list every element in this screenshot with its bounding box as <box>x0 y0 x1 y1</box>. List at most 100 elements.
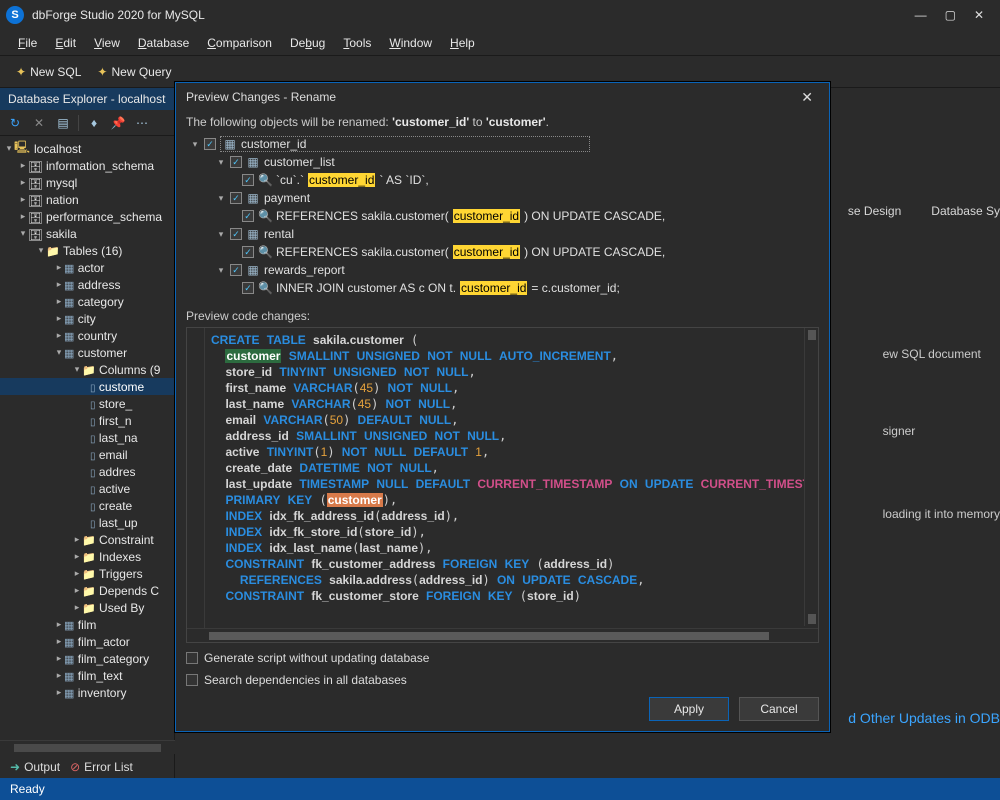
menu-edit[interactable]: Edit <box>47 33 84 53</box>
menu-comparison[interactable]: Comparison <box>199 33 280 53</box>
menu-debug[interactable]: Debug <box>282 33 333 53</box>
code-preview[interactable]: CREATE TABLE sakila.customer ( customer … <box>186 327 819 643</box>
minimize-button[interactable]: — <box>915 8 927 22</box>
checkbox-icon[interactable]: ✓ <box>242 174 254 186</box>
db-node[interactable]: information_schema <box>46 159 154 173</box>
column-node[interactable]: store_ <box>99 397 132 411</box>
apply-button[interactable]: Apply <box>649 697 729 721</box>
close-window-button[interactable]: ✕ <box>974 8 984 22</box>
database-explorer-panel: ↻ ✕ ▤ ♦ 📌 ⋯ ▾🖳localhost ▸🗄information_sc… <box>0 110 175 800</box>
object-node[interactable]: customer_list <box>264 155 335 169</box>
database-icon: 🗄 <box>28 211 42 223</box>
object-node[interactable]: payment <box>264 191 310 205</box>
folder-icon <box>82 601 96 615</box>
pin-icon[interactable]: 📌 <box>109 114 127 132</box>
error-list-tab[interactable]: ⊘Error List <box>70 760 133 774</box>
database-icon: 🗄 <box>28 228 42 240</box>
maximize-button[interactable]: ▢ <box>945 8 956 22</box>
table-customer-node[interactable]: customer <box>78 346 127 360</box>
column-icon <box>90 465 96 479</box>
column-node[interactable]: active <box>99 482 130 496</box>
db-node[interactable]: performance_schema <box>46 210 162 224</box>
column-node-selected[interactable]: custome <box>99 380 144 394</box>
scrollbar-thumb[interactable] <box>209 632 769 640</box>
new-sql-button[interactable]: ✦ New SQL <box>10 63 87 81</box>
object-node[interactable]: rewards_report <box>264 263 345 277</box>
database-tree[interactable]: ▾🖳localhost ▸🗄information_schema ▸🗄mysql… <box>0 136 174 800</box>
checkbox-icon[interactable]: ✓ <box>242 246 254 258</box>
root-object[interactable]: customer_id <box>241 137 306 151</box>
column-node[interactable]: create <box>99 499 132 513</box>
table-node[interactable]: category <box>78 295 124 309</box>
db-sakila-node[interactable]: sakila <box>46 227 77 241</box>
table-node[interactable]: film_actor <box>78 635 130 649</box>
column-node[interactable]: last_na <box>99 431 138 445</box>
search-dependencies-checkbox[interactable]: Search dependencies in all databases <box>186 673 819 687</box>
menu-database[interactable]: Database <box>130 33 197 53</box>
collapse-icon[interactable]: ▾ <box>216 193 226 204</box>
checkbox-icon[interactable]: ✓ <box>230 156 242 168</box>
checkbox-icon[interactable]: ✓ <box>230 228 242 240</box>
column-node[interactable]: last_up <box>99 516 138 530</box>
horizontal-scrollbar[interactable] <box>187 628 818 642</box>
table-node[interactable]: inventory <box>78 686 127 700</box>
checkbox-icon[interactable]: ✓ <box>204 138 216 150</box>
news-link[interactable]: d Other Updates in ODB <box>848 710 1000 726</box>
more-icon[interactable]: ⋯ <box>133 114 151 132</box>
refresh-icon[interactable]: ↻ <box>6 114 24 132</box>
collapse-icon[interactable]: ▾ <box>216 265 226 276</box>
checkbox-icon[interactable] <box>186 652 198 664</box>
column-node[interactable]: addres <box>99 465 136 479</box>
menu-window[interactable]: Window <box>381 33 440 53</box>
tables-folder[interactable]: Tables (16) <box>63 244 122 258</box>
menu-view[interactable]: View <box>86 33 128 53</box>
cancel-button[interactable]: Cancel <box>739 697 819 721</box>
checkbox-icon[interactable] <box>186 674 198 686</box>
bg-tab[interactable]: se Design <box>848 204 901 218</box>
code-editor[interactable]: CREATE TABLE sakila.customer ( customer … <box>205 328 818 642</box>
checkbox-icon[interactable]: ✓ <box>242 282 254 294</box>
affected-objects-tree[interactable]: ▾ ✓ ▦customer_id ▾✓▦customer_list ✓🔍`cu`… <box>186 133 819 299</box>
host-node[interactable]: localhost <box>34 142 81 156</box>
column-node[interactable]: email <box>99 448 128 462</box>
collapse-icon[interactable]: ▾ <box>216 229 226 240</box>
table-node[interactable]: film_text <box>78 669 123 683</box>
depends-folder[interactable]: Depends C <box>99 584 159 598</box>
constraints-folder[interactable]: Constraint <box>99 533 154 547</box>
checkbox-icon[interactable]: ✓ <box>230 192 242 204</box>
delete-icon[interactable]: ✕ <box>30 114 48 132</box>
collapse-icon[interactable]: ▾ <box>216 157 226 168</box>
table-node[interactable]: city <box>78 312 96 326</box>
menu-help[interactable]: Help <box>442 33 483 53</box>
table-node[interactable]: actor <box>78 261 105 275</box>
db-node[interactable]: nation <box>46 193 79 207</box>
indexes-folder[interactable]: Indexes <box>99 550 141 564</box>
collapse-icon[interactable]: ▾ <box>190 139 200 150</box>
status-bar: Ready <box>0 778 1000 800</box>
table-node[interactable]: country <box>78 329 117 343</box>
menu-file[interactable]: File <box>10 33 45 53</box>
menu-tools[interactable]: Tools <box>335 33 379 53</box>
explorer-horizontal-scrollbar[interactable] <box>0 740 175 754</box>
table-node[interactable]: film <box>78 618 97 632</box>
object-node[interactable]: rental <box>264 227 294 241</box>
explorer-tab[interactable]: Database Explorer - localhost <box>0 88 175 110</box>
checkbox-icon[interactable]: ✓ <box>230 264 242 276</box>
hint-text: signer <box>883 423 1000 440</box>
filter-icon[interactable]: ♦ <box>85 114 103 132</box>
column-node[interactable]: first_n <box>99 414 132 428</box>
dialog-close-button[interactable]: ✕ <box>795 87 819 108</box>
columns-folder[interactable]: Columns (9 <box>99 363 160 377</box>
bg-tab[interactable]: Database Sy <box>931 204 1000 218</box>
db-node[interactable]: mysql <box>46 176 77 190</box>
properties-icon[interactable]: ▤ <box>54 114 72 132</box>
output-tab[interactable]: ➜Output <box>10 760 60 774</box>
triggers-folder[interactable]: Triggers <box>99 567 143 581</box>
generate-script-checkbox[interactable]: Generate script without updating databas… <box>186 651 819 665</box>
table-node[interactable]: film_category <box>78 652 149 666</box>
table-node[interactable]: address <box>78 278 121 292</box>
checkbox-icon[interactable]: ✓ <box>242 210 254 222</box>
vertical-scrollbar[interactable] <box>804 328 818 626</box>
usedby-folder[interactable]: Used By <box>99 601 144 615</box>
new-query-button[interactable]: ✦ New Query <box>91 63 177 81</box>
